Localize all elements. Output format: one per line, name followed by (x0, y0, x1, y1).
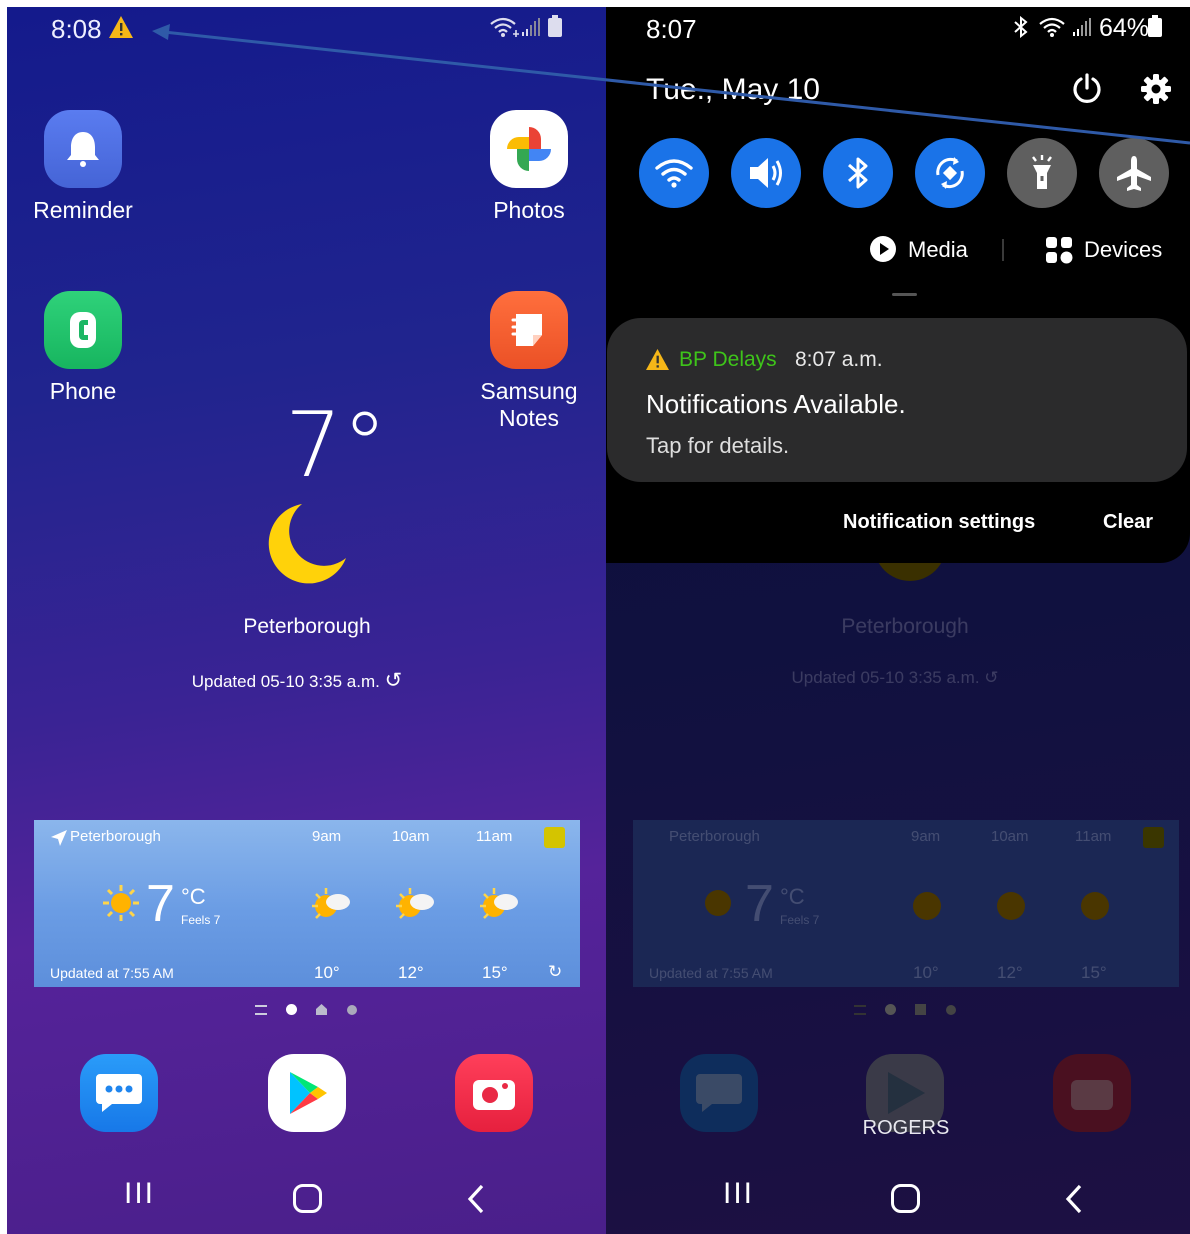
annotation-arrow (152, 24, 1190, 145)
comparison-figure: 8:08 Reminder Photos Phone Samsung Notes… (0, 0, 1190, 1234)
